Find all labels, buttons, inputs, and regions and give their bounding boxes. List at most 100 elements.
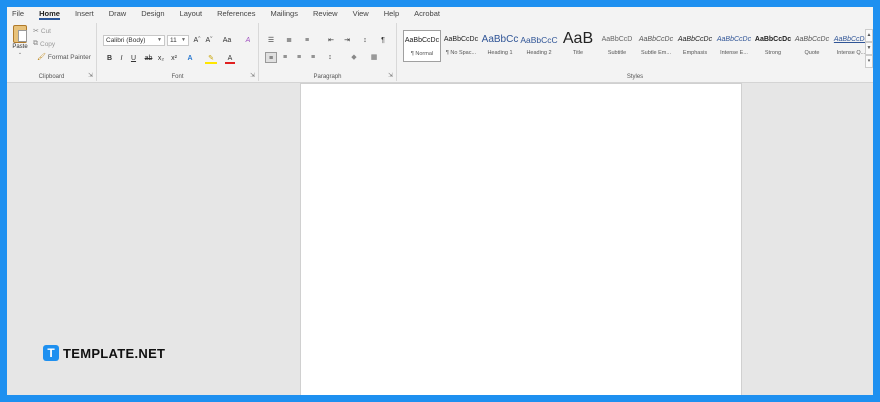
style-heading-2[interactable]: AaBbCcC Heading 2 (520, 30, 558, 62)
tab-design[interactable]: Design (136, 7, 174, 21)
font-group-label: Font (171, 74, 184, 80)
document-page[interactable] (300, 83, 742, 395)
style-name: Intense E... (720, 50, 748, 56)
clipboard-group-label: Clipboard (38, 74, 65, 80)
align-center-button[interactable]: ≡ (279, 52, 291, 63)
style-sample: AaBbCcDc (638, 36, 674, 43)
font-size-combo[interactable]: 11 ▼ (167, 35, 189, 46)
style-sample: AaBbCcDc (677, 36, 713, 43)
paragraph-launcher-icon[interactable]: ⇲ (388, 72, 393, 79)
grow-font-button[interactable]: Aˆ (192, 35, 202, 46)
clipboard-launcher-icon[interactable]: ⇲ (88, 72, 93, 79)
style-title[interactable]: AaB Title (559, 30, 597, 62)
logo-text: TEMPLATE.NET (63, 345, 166, 361)
more-styles-icon[interactable]: ▾ (865, 55, 873, 68)
style-sample: AaBbCcD (601, 36, 633, 43)
justify-button[interactable]: ≡ (307, 52, 319, 63)
style-heading-1[interactable]: AaBbCc Heading 1 (481, 30, 519, 62)
tab-home[interactable]: Home (34, 7, 70, 21)
decrease-indent-button[interactable]: ⇤ (325, 35, 337, 46)
underline-button[interactable]: U (129, 53, 138, 64)
tab-review[interactable]: Review (308, 7, 348, 21)
font-size-value: 11 (170, 37, 177, 44)
text-effects-button[interactable]: A (185, 53, 195, 64)
clipboard-group: Paste ⌄ ✂ Cut ⧉ Copy 🖌 Format Painter Cl… (7, 23, 97, 81)
tab-insert[interactable]: Insert (70, 7, 104, 21)
copy-button[interactable]: ⧉ Copy (33, 40, 55, 48)
format-painter-button[interactable]: 🖌 Format Painter (37, 53, 91, 62)
style-name: Subtle Em... (641, 50, 671, 56)
tab-mailings[interactable]: Mailings (265, 7, 308, 21)
numbering-button[interactable]: ≣ (283, 35, 295, 46)
styles-group: AaBbCcDc ¶ Normal AaBbCcDc ¶ No Spac... … (397, 23, 873, 81)
format-painter-label: Format Painter (47, 53, 91, 61)
style-sample: AaBbCc (481, 34, 519, 45)
shrink-font-button[interactable]: Aˇ (204, 35, 214, 46)
tab-help[interactable]: Help (379, 7, 409, 21)
tab-acrobat[interactable]: Acrobat (409, 7, 450, 21)
font-launcher-icon[interactable]: ⇲ (250, 72, 255, 79)
align-left-button[interactable]: ≡ (265, 52, 277, 63)
align-right-button[interactable]: ≡ (293, 52, 305, 63)
font-color-button[interactable]: A (225, 53, 235, 64)
style-sample: AaBbCcDc (794, 36, 830, 43)
word-window: File Home Insert Draw Design Layout Refe… (7, 7, 873, 395)
chevron-down-icon[interactable]: ▼ (865, 42, 873, 55)
scissors-icon: ✂ (33, 28, 39, 35)
tab-draw[interactable]: Draw (104, 7, 137, 21)
cut-button[interactable]: ✂ Cut (33, 27, 51, 36)
style-sample: AaBbCcDc (716, 36, 752, 43)
style-sample: AaBbCcDc (404, 37, 440, 44)
shading-button[interactable]: ◆ (347, 52, 361, 63)
paste-button[interactable]: Paste ⌄ (10, 25, 30, 65)
style-name: Strong (764, 50, 782, 56)
tab-references[interactable]: References (212, 7, 265, 21)
paragraph-group-label: Paragraph (313, 74, 342, 80)
style-sample: AaB (562, 30, 594, 47)
style-normal[interactable]: AaBbCcDc ¶ Normal (403, 30, 441, 62)
increase-indent-button[interactable]: ⇥ (341, 35, 353, 46)
change-case-button[interactable]: Aa (219, 35, 235, 46)
chevron-up-icon[interactable]: ▲ (865, 29, 873, 42)
style-name: ¶ Normal (410, 51, 434, 57)
tab-file[interactable]: File (7, 7, 34, 21)
style-sample: AaBbCcDc (443, 36, 479, 43)
tab-layout[interactable]: Layout (175, 7, 213, 21)
borders-button[interactable]: ▦ (367, 52, 381, 63)
highlight-button[interactable]: ✎ (205, 53, 217, 64)
style-subtle-emphasis[interactable]: AaBbCcDc Subtle Em... (637, 30, 675, 62)
paste-dropdown-icon[interactable]: ⌄ (10, 50, 30, 56)
ribbon: Paste ⌄ ✂ Cut ⧉ Copy 🖌 Format Painter Cl… (7, 21, 873, 83)
line-spacing-button[interactable]: ↕ (323, 52, 337, 63)
bullets-button[interactable]: ☰ (265, 35, 277, 46)
clear-formatting-button[interactable]: A (243, 35, 253, 46)
style-quote[interactable]: AaBbCcDc Quote (793, 30, 831, 62)
superscript-button[interactable]: x² (169, 53, 179, 64)
style-name: Heading 1 (487, 50, 513, 56)
bold-button[interactable]: B (105, 53, 114, 64)
font-group: Calibri (Body) ▼ 11 ▼ Aˆ Aˇ Aa A B I U a… (97, 23, 259, 81)
style-no-spacing[interactable]: AaBbCcDc ¶ No Spac... (442, 30, 480, 62)
font-name-combo[interactable]: Calibri (Body) ▼ (103, 35, 165, 46)
style-intense-emphasis[interactable]: AaBbCcDc Intense E... (715, 30, 753, 62)
style-emphasis[interactable]: AaBbCcDc Emphasis (676, 30, 714, 62)
show-formatting-button[interactable]: ¶ (377, 35, 389, 46)
style-name: Emphasis (682, 50, 708, 56)
style-name: Heading 2 (526, 50, 552, 56)
logo-badge-icon: T (43, 345, 59, 361)
strikethrough-button[interactable]: ab (143, 53, 154, 64)
template-net-logo: T TEMPLATE.NET (43, 345, 165, 361)
multilevel-list-button[interactable]: ≡ (301, 35, 313, 46)
copy-icon: ⧉ (33, 40, 38, 47)
font-name-value: Calibri (Body) (106, 37, 146, 44)
italic-button[interactable]: I (117, 53, 126, 64)
tab-view[interactable]: View (348, 7, 379, 21)
paste-icon (13, 25, 27, 43)
sort-button[interactable]: ↕ (359, 35, 371, 46)
chevron-down-icon: ▼ (181, 37, 186, 43)
style-name: Title (572, 50, 584, 56)
style-strong[interactable]: AaBbCcDc Strong (754, 30, 792, 62)
style-subtitle[interactable]: AaBbCcD Subtitle (598, 30, 636, 62)
subscript-button[interactable]: x₂ (156, 53, 166, 64)
paintbrush-icon: 🖌 (37, 54, 46, 61)
